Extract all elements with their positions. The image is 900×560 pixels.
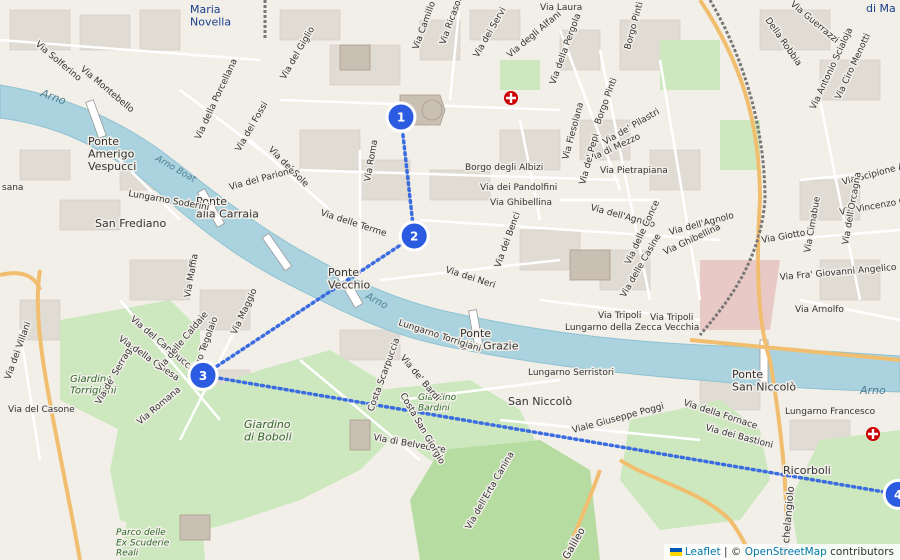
street-label: Lungarno Francesco [785, 407, 876, 417]
giardino-boboli-label: Giardino di Boboli [244, 418, 292, 444]
street-label: Lungarno della Zecca Vecchia [565, 323, 699, 333]
attribution-suffix: contributors [826, 546, 894, 558]
street-label: Via Tripoli [598, 311, 641, 321]
map-canvas[interactable]: Maria Novella di Ma Arno Arno Boat Arno A… [0, 0, 900, 560]
ricorboli-label: Ricorboli [783, 464, 831, 477]
street-label: Borgo degli Albizi [465, 163, 543, 173]
label-top-right: di Ma [866, 2, 896, 15]
leaflet-link[interactable]: Leaflet [685, 546, 721, 558]
route-marker-2[interactable]: 2 [398, 220, 430, 252]
street-label: sana [2, 183, 23, 193]
arno-label-east: Arno [859, 384, 886, 397]
street-label: Via Ghibellina [490, 198, 552, 208]
street-label: Lungarno Serristori [528, 368, 614, 378]
street-label: Via Arnolfo [795, 305, 844, 315]
ukraine-flag-icon [669, 548, 682, 556]
san-frediano-label: San Frediano [95, 217, 167, 230]
route-marker-4[interactable]: 4 [882, 478, 900, 510]
marker-number: 1 [397, 111, 405, 125]
osm-link[interactable]: OpenStreetMap [745, 546, 827, 558]
attribution-separator: | © [720, 546, 745, 558]
street-label: Via dei Pandolfini [480, 183, 557, 193]
san-niccolo-label: San Niccolò [508, 395, 572, 408]
route-marker-1[interactable]: 1 [385, 101, 417, 133]
hospital-icon [866, 427, 880, 441]
street-label: Via Tripoli [650, 313, 693, 323]
street-label: Via Pietrapiana [600, 166, 668, 176]
map-attribution: Leaflet | © OpenStreetMap contributors [663, 544, 900, 560]
marker-number: 3 [199, 369, 207, 383]
route-marker-3[interactable]: 3 [187, 359, 219, 391]
hospital-icon [504, 91, 518, 105]
marker-number: 2 [410, 230, 418, 244]
marker-number: 4 [894, 488, 900, 502]
street-label: Via del Casone [8, 405, 75, 415]
street-label: Via Laura [540, 3, 582, 13]
